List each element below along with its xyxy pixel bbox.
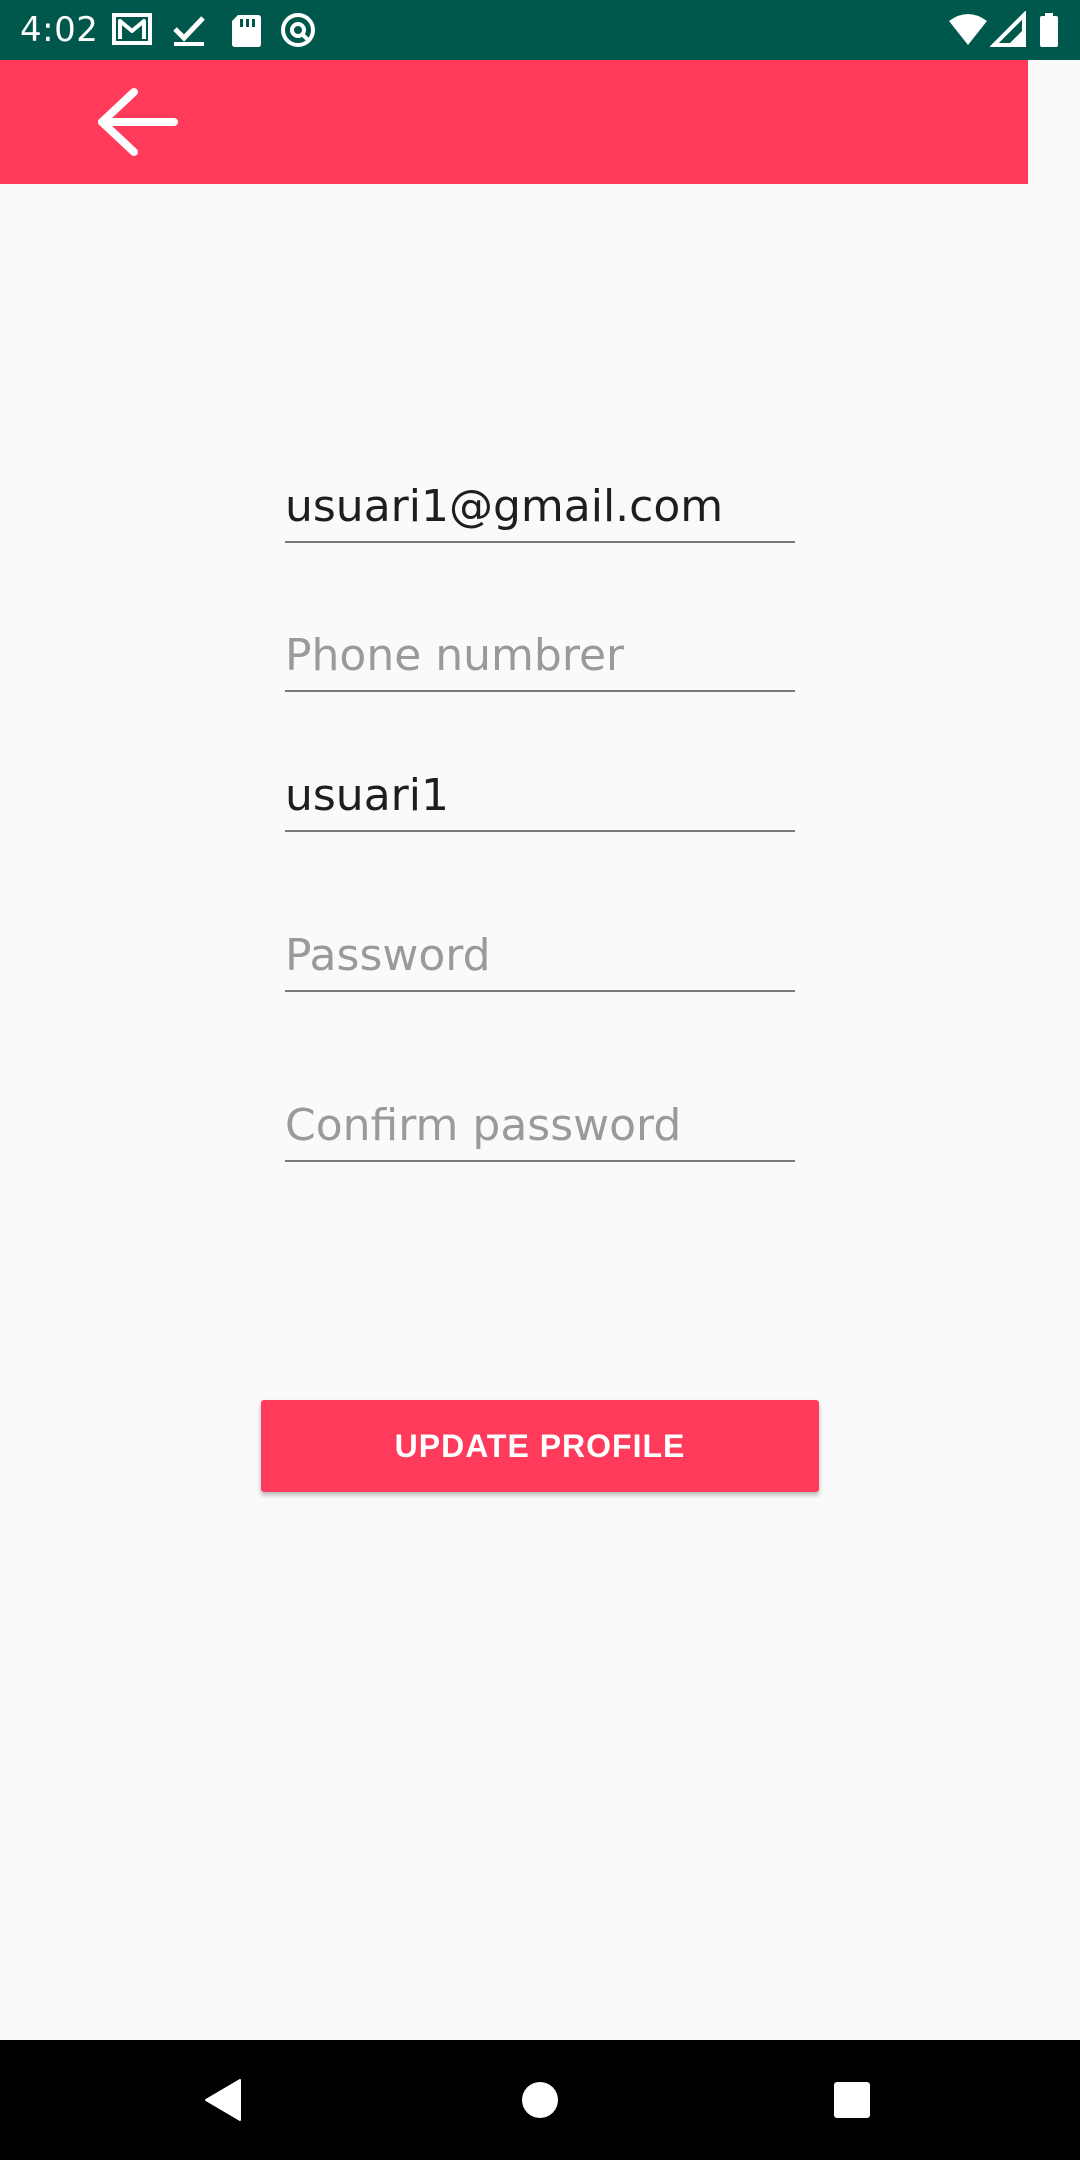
- password-placeholder: Password: [285, 930, 491, 981]
- recents-square-icon: [834, 2082, 870, 2118]
- password-field[interactable]: Password: [285, 912, 795, 992]
- nav-home-button[interactable]: [508, 2068, 572, 2132]
- cell-signal-icon: [990, 11, 1030, 49]
- nav-recents-button[interactable]: [820, 2068, 884, 2132]
- sd-card-icon: [226, 11, 266, 49]
- status-time: 4:02: [20, 10, 99, 50]
- battery-icon: [1034, 11, 1064, 49]
- email-value: usuari1@gmail.com: [285, 481, 724, 532]
- password-underline: [285, 990, 795, 992]
- phone-underline: [285, 690, 795, 692]
- task-check-icon: [170, 11, 210, 49]
- app-bar: [0, 60, 1028, 184]
- status-bar: 4:02: [0, 0, 1080, 60]
- email-field[interactable]: usuari1@gmail.com: [285, 463, 795, 543]
- gmail-icon: [112, 11, 152, 49]
- back-triangle-icon: [205, 2079, 241, 2121]
- wifi-icon: [948, 11, 988, 49]
- phone-field[interactable]: Phone numbrer: [285, 612, 795, 692]
- phone-placeholder: Phone numbrer: [285, 630, 625, 681]
- email-underline: [285, 541, 795, 543]
- username-field[interactable]: usuari1: [285, 752, 795, 832]
- confirm-password-placeholder: Confirm password: [285, 1100, 682, 1151]
- nav-back-button[interactable]: [192, 2068, 256, 2132]
- arrow-back-icon: [98, 88, 178, 156]
- confirm-password-underline: [285, 1160, 795, 1162]
- username-value: usuari1: [285, 770, 449, 821]
- confirm-password-field[interactable]: Confirm password: [285, 1082, 795, 1162]
- navigation-bar: [0, 2040, 1080, 2160]
- back-button[interactable]: [82, 82, 186, 162]
- username-underline: [285, 830, 795, 832]
- update-profile-button[interactable]: UPDATE PROFILE: [261, 1400, 819, 1492]
- sync-circle-icon: [278, 11, 318, 49]
- home-circle-icon: [522, 2082, 558, 2118]
